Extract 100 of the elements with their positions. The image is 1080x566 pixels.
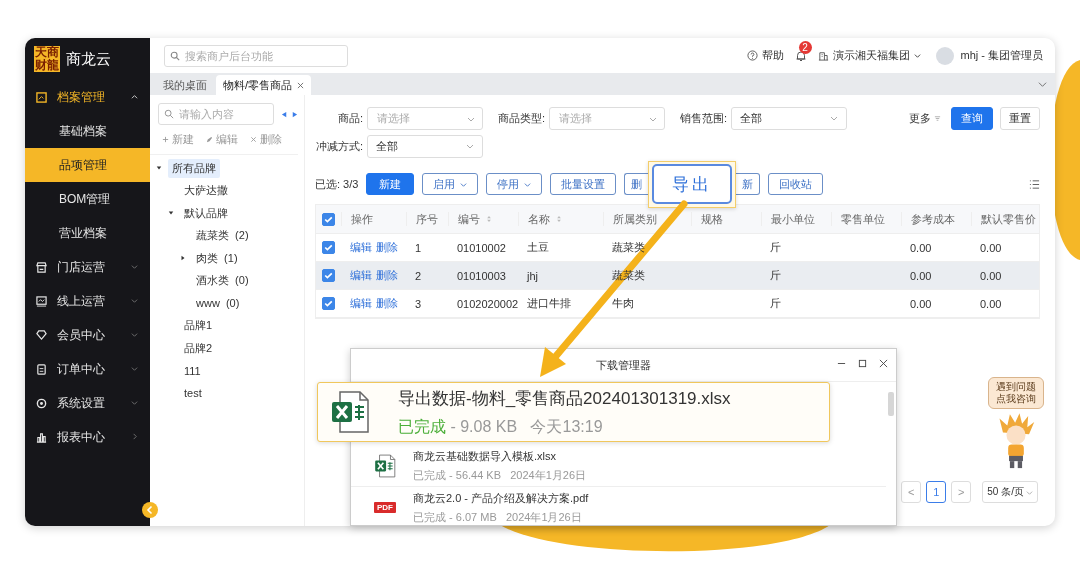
row-action-link[interactable]: 删除 bbox=[376, 296, 398, 311]
tree-item[interactable]: 品牌1 bbox=[180, 316, 217, 336]
query-button[interactable]: 查询 bbox=[951, 106, 993, 130]
table-cell: 01010003 bbox=[457, 269, 506, 282]
excel-file-icon bbox=[330, 390, 370, 434]
checkbox[interactable] bbox=[322, 269, 335, 282]
toolbar-button[interactable]: 回收站 bbox=[768, 173, 824, 195]
page-size-select[interactable]: 50 条/页 bbox=[982, 481, 1038, 503]
column-header: 最小单位 bbox=[771, 211, 815, 227]
nav-item[interactable]: 档案管理 bbox=[25, 80, 150, 114]
nav-subitem[interactable]: 营业档案 bbox=[25, 216, 150, 250]
tree-item[interactable]: 大萨达撒 bbox=[180, 181, 232, 201]
nav-subitem[interactable]: 基础档案 bbox=[25, 114, 150, 148]
table-cell: 1 bbox=[415, 241, 422, 254]
help-link[interactable]: 帮助 bbox=[746, 48, 784, 63]
caret-down-icon bbox=[131, 263, 138, 270]
more-link[interactable]: 更多 bbox=[909, 110, 941, 126]
store-icon bbox=[36, 261, 47, 273]
column-header: 规格 bbox=[701, 211, 723, 227]
reset-button[interactable]: 重置 bbox=[1000, 106, 1040, 130]
settings-icon bbox=[36, 397, 47, 409]
nav-item[interactable]: 订单中心 bbox=[25, 352, 150, 386]
org-selector[interactable]: 演示湘天福集团 bbox=[817, 48, 921, 63]
toolbar-button[interactable]: 删 bbox=[624, 173, 649, 195]
toolbar-button[interactable]: 新 bbox=[736, 173, 761, 195]
select-field[interactable]: 全部 bbox=[367, 134, 483, 158]
nav-item[interactable]: 会员中心 bbox=[25, 318, 150, 352]
caret-down-icon[interactable] bbox=[156, 165, 162, 172]
filter-label: 销售范围: bbox=[678, 110, 727, 126]
checkbox[interactable] bbox=[322, 297, 335, 310]
tree-item[interactable]: test bbox=[180, 385, 206, 402]
column-settings-icon[interactable] bbox=[1029, 178, 1040, 190]
tree-item[interactable]: 所有品牌 bbox=[168, 158, 220, 178]
nav-subitem[interactable]: BOM管理 bbox=[25, 182, 150, 216]
bubble-text[interactable]: 点我咨询 bbox=[996, 393, 1036, 405]
nav-item[interactable]: 门店运营 bbox=[25, 250, 150, 284]
select-field[interactable]: 全部 bbox=[731, 106, 847, 130]
page-button[interactable]: 1 bbox=[926, 481, 947, 503]
row-action-link[interactable]: 编辑 bbox=[350, 296, 372, 311]
search-field[interactable]: 请输入内容 bbox=[158, 103, 274, 125]
selection-count: 已选: 3/3 bbox=[315, 176, 359, 192]
tree-item[interactable]: 蔬菜类 (2) bbox=[192, 226, 253, 246]
dropdown-button[interactable]: 停用 bbox=[486, 173, 543, 195]
left-arrow-icon[interactable] bbox=[281, 110, 288, 118]
nav-subitem[interactable]: 品项管理 bbox=[25, 148, 150, 182]
filter-label: 冲减方式: bbox=[315, 138, 363, 154]
caret-down-icon bbox=[913, 52, 921, 59]
table-cell: 牛肉 bbox=[612, 296, 634, 311]
caret-right-icon[interactable] bbox=[180, 255, 186, 262]
search-field[interactable]: 搜索商户后台功能 bbox=[164, 44, 348, 67]
bubble-text[interactable]: 遇到问题 bbox=[996, 381, 1036, 393]
close-icon[interactable] bbox=[879, 359, 888, 368]
download-item[interactable]: PDF 商龙云2.0 - 产品介绍及解决方案.pdf 已完成 - 6.07 MB 2024年1月26日 bbox=[351, 487, 886, 525]
scrollbar[interactable] bbox=[888, 392, 894, 416]
column-header: 编号 bbox=[458, 211, 480, 227]
nav-item[interactable]: 线上运营 bbox=[25, 284, 150, 318]
caret-down-icon bbox=[131, 331, 138, 338]
maximize-icon[interactable] bbox=[858, 359, 867, 368]
help-bubble[interactable]: 遇到问题 点我咨询 bbox=[988, 377, 1044, 409]
checkbox[interactable] bbox=[322, 212, 335, 226]
table-cell: 进口牛排 bbox=[527, 296, 571, 311]
tree-item[interactable]: 品牌2 bbox=[180, 338, 217, 358]
tree-item[interactable]: 肉类 (1) bbox=[192, 248, 242, 268]
tree-item[interactable]: 默认品牌 bbox=[180, 203, 232, 223]
collapse-icon[interactable] bbox=[142, 502, 158, 518]
window-title: 下载管理器 bbox=[596, 357, 651, 373]
nav-item[interactable]: 系统设置 bbox=[25, 386, 150, 420]
tab[interactable]: 物料/零售商品 bbox=[216, 75, 312, 95]
new-button[interactable]: 新建 bbox=[366, 173, 415, 195]
tree-item[interactable]: www (0) bbox=[192, 295, 244, 312]
right-arrow-icon[interactable] bbox=[291, 110, 298, 118]
row-action-link[interactable]: 删除 bbox=[376, 240, 398, 255]
caret-down-icon bbox=[131, 365, 138, 372]
row-action-link[interactable]: 编辑 bbox=[350, 240, 372, 255]
tree-item[interactable]: 111 bbox=[180, 362, 205, 379]
row-action-link[interactable]: 删除 bbox=[376, 268, 398, 283]
toolbar-button[interactable]: 批量设置 bbox=[550, 173, 617, 195]
caret-down-icon[interactable] bbox=[168, 210, 174, 217]
tree-item[interactable]: 酒水类 (0) bbox=[192, 271, 253, 291]
download-item[interactable]: 商龙云基础数据导入模板.xlsx 已完成 - 56.44 KB 2024年1月26日 bbox=[351, 445, 886, 487]
row-action-link[interactable]: 编辑 bbox=[350, 268, 372, 283]
table-cell: 斤 bbox=[770, 268, 781, 283]
export-button[interactable]: 导出 bbox=[652, 164, 733, 204]
checkbox[interactable] bbox=[322, 241, 335, 254]
file-status: 已完成 - 56.44 KB 2024年1月26日 bbox=[413, 467, 587, 483]
caret-down-icon bbox=[466, 142, 474, 150]
select-field[interactable]: 请选择 bbox=[367, 106, 483, 130]
dropdown-button[interactable]: 启用 bbox=[422, 173, 479, 195]
download-item[interactable]: 导出数据-物料_零售商品202401301319.xlsx 已完成 - 9.08 KB 今天13:19 bbox=[317, 382, 830, 442]
table-row[interactable]: 编辑 删除 3 0102020002 进口牛排 牛肉 斤 0.00 0.00 bbox=[316, 290, 1039, 318]
user-name[interactable]: mhj - 集团管理员 bbox=[960, 48, 1043, 63]
table-cell: 土豆 bbox=[527, 240, 549, 255]
nav-item[interactable]: 报表中心 bbox=[25, 420, 150, 454]
table-cell: 3 bbox=[415, 297, 422, 310]
close-icon[interactable] bbox=[297, 81, 305, 89]
column-header: 参考成本 bbox=[911, 211, 955, 227]
filter-label: 商品: bbox=[336, 110, 363, 126]
select-field[interactable]: 请选择 bbox=[549, 106, 665, 130]
bell-icon[interactable] bbox=[794, 49, 807, 62]
tab[interactable]: 我的桌面 bbox=[156, 75, 214, 95]
